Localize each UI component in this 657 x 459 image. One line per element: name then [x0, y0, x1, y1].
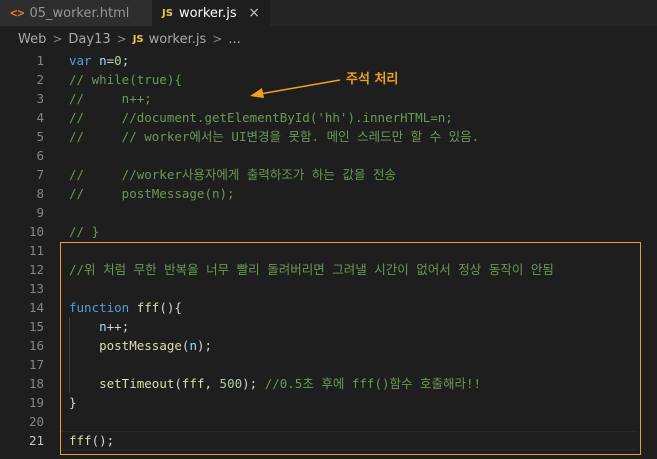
tab-label: worker.js — [178, 5, 237, 21]
line-number: 16 — [28, 338, 44, 353]
breadcrumb: Web > Day13 > JS worker.js > ... — [0, 26, 657, 52]
code-token: n — [99, 53, 107, 68]
js-file-icon: JS — [162, 7, 173, 19]
code-text: // n++; — [69, 89, 152, 108]
line-number: 13 — [28, 281, 44, 296]
code-token: // //document.getElementById('hh').inner… — [69, 110, 453, 125]
code-token: ; — [121, 53, 130, 68]
code-text: // postMessage(n); — [69, 184, 235, 203]
js-file-icon: JS — [132, 33, 144, 45]
html-file-icon: <> — [10, 6, 25, 20]
code-text: // //document.getElementById('hh').inner… — [69, 108, 453, 127]
chevron-right-icon: > — [52, 32, 63, 46]
tab-bar: <> 05_worker.html JS worker.js × — [0, 0, 657, 26]
code-token: // postMessage(n); — [69, 186, 235, 201]
code-token: var — [69, 53, 92, 68]
line-number: 10 — [28, 224, 44, 239]
line-number: 7 — [36, 167, 44, 182]
line-number: 15 — [28, 319, 44, 334]
line-number: 8 — [36, 186, 44, 201]
code-line[interactable]: 10 // } — [0, 222, 657, 241]
tab-label: 05_worker.html — [29, 5, 130, 21]
breadcrumb-item-day13[interactable]: Day13 — [68, 32, 110, 47]
code-token: // n++; — [69, 91, 152, 106]
code-text: // // worker에서는 UI변경을 못함. 메인 스레드만 할 수 있음… — [69, 127, 479, 146]
tab-05-worker-html[interactable]: <> 05_worker.html — [0, 0, 152, 26]
code-token: // // worker에서는 UI변경을 못함. 메인 스레드만 할 수 있음… — [69, 129, 480, 144]
line-number: 4 — [36, 110, 44, 125]
code-line[interactable]: 1 var n=0; — [0, 51, 657, 70]
line-number: 17 — [28, 357, 44, 372]
breadcrumb-item-web[interactable]: Web — [18, 32, 46, 47]
code-line[interactable]: 8 // postMessage(n); — [0, 184, 657, 203]
arrow-icon — [250, 79, 341, 98]
line-number: 1 — [36, 53, 44, 68]
breadcrumb-item-more[interactable]: ... — [228, 32, 240, 47]
line-number: 20 — [28, 414, 44, 429]
annotation-label: 주석 처리 — [346, 72, 399, 87]
line-number: 5 — [36, 129, 44, 144]
line-number: 9 — [36, 205, 44, 220]
line-number: 14 — [28, 300, 44, 315]
chevron-right-icon: > — [116, 32, 127, 46]
code-text: // } — [69, 222, 99, 241]
code-text: // while(true){ — [69, 70, 182, 89]
tab-worker-js[interactable]: JS worker.js × — [152, 0, 270, 26]
code-token: // while(true){ — [69, 72, 182, 87]
line-number: 12 — [28, 262, 44, 277]
code-token: 0 — [114, 53, 122, 68]
code-line[interactable]: 5 // // worker에서는 UI변경을 못함. 메인 스레드만 할 수 있… — [0, 127, 657, 146]
highlight-box — [60, 242, 641, 455]
code-line[interactable]: 4 // //document.getElementById('hh').inne… — [0, 108, 657, 127]
code-line[interactable]: 7 // //worker사용자에게 출력하조가 하는 값을 전송 — [0, 165, 657, 184]
line-number: 19 — [28, 395, 44, 410]
line-number: 6 — [36, 148, 44, 163]
close-icon[interactable]: × — [248, 5, 260, 21]
code-line[interactable]: 9 — [0, 203, 657, 222]
line-number: 21 — [28, 433, 44, 448]
code-text: var n=0; — [69, 51, 129, 70]
code-token: // //worker사용자에게 출력하조가 하는 값을 전송 — [69, 167, 396, 182]
code-text: // //worker사용자에게 출력하조가 하는 값을 전송 — [69, 165, 396, 184]
line-number: 3 — [36, 91, 44, 106]
chevron-right-icon: > — [212, 32, 223, 46]
code-line[interactable]: 6 — [0, 146, 657, 165]
breadcrumb-item-file[interactable]: worker.js — [149, 32, 207, 47]
line-number: 2 — [36, 72, 44, 87]
line-number: 18 — [28, 376, 44, 391]
code-token: // } — [69, 224, 100, 239]
line-number: 11 — [28, 243, 44, 258]
